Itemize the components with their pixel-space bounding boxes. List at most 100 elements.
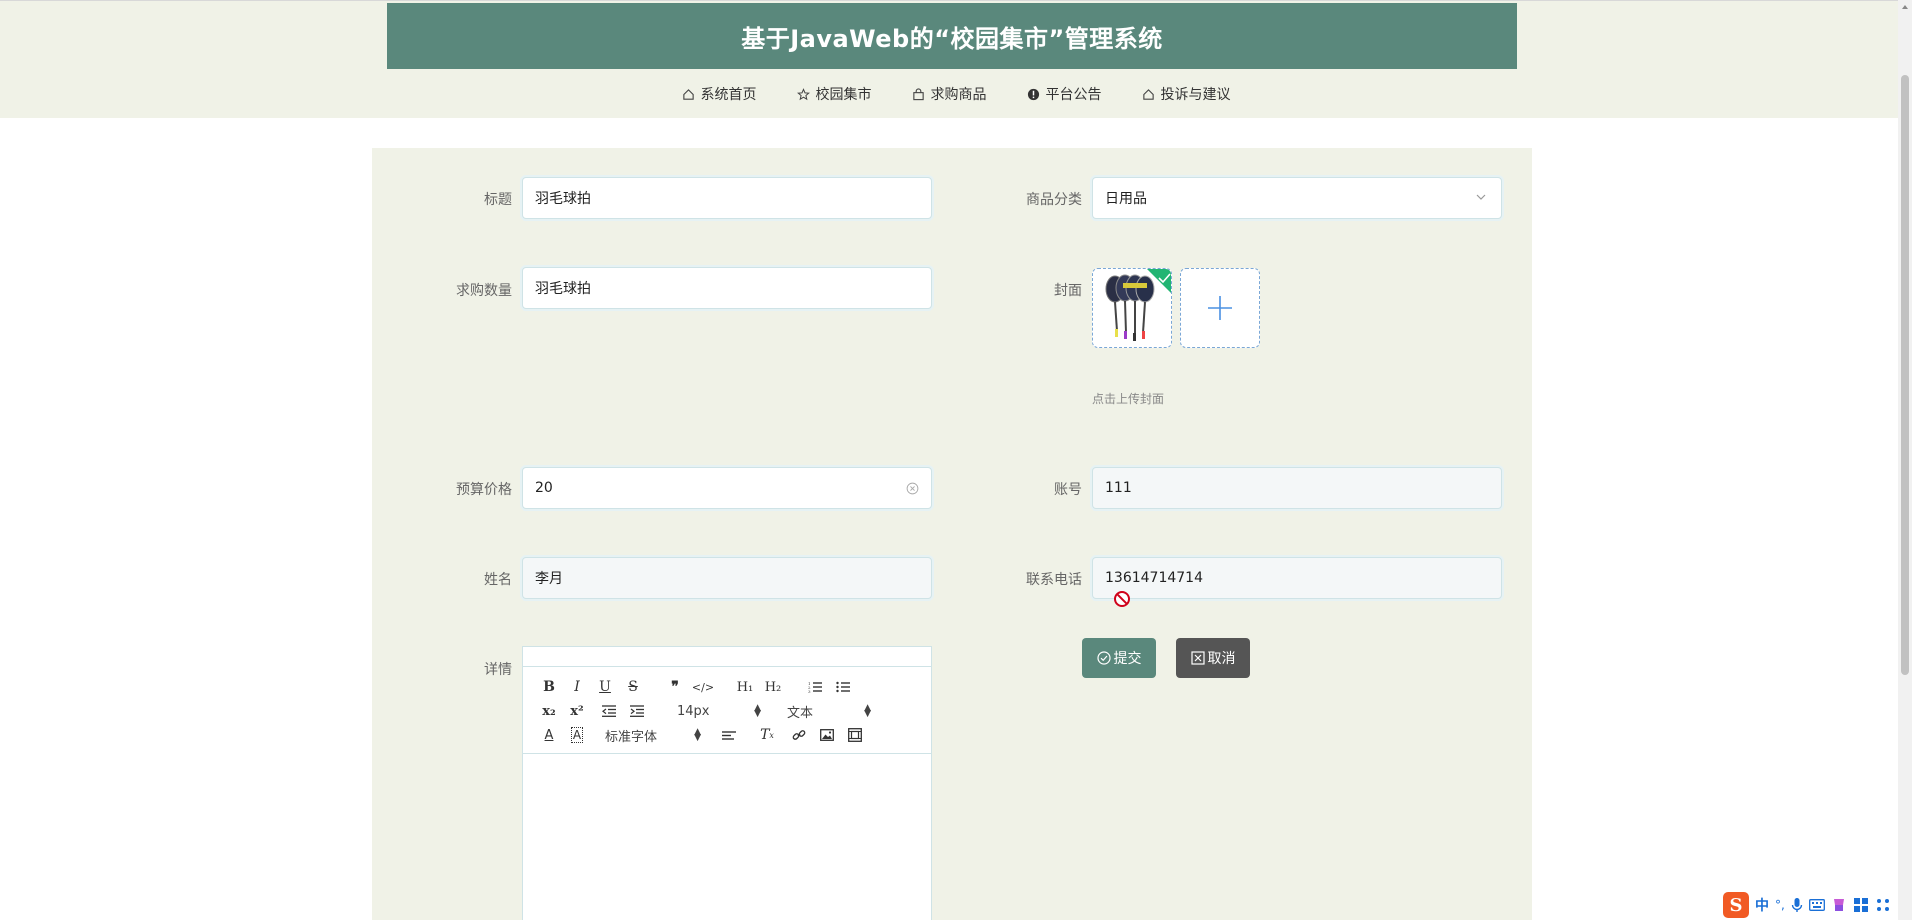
sogou-logo-icon[interactable]: S — [1723, 892, 1749, 918]
plus-icon — [1208, 296, 1232, 320]
clear-icon[interactable] — [906, 482, 919, 495]
ime-language[interactable]: 中 — [1755, 895, 1769, 915]
category-label: 商品分类 — [1026, 192, 1082, 208]
align-icon[interactable] — [715, 724, 743, 746]
underline-icon[interactable]: U — [591, 676, 619, 698]
account-label: 账号 — [1054, 482, 1082, 498]
chevron-down-icon — [1476, 194, 1486, 200]
phone-label: 联系电话 — [1026, 572, 1082, 588]
nav-item-label: 求购商品 — [930, 87, 987, 103]
toolbox-icon[interactable] — [1853, 897, 1869, 913]
nav-item-notice[interactable]: 平台公告 — [1027, 81, 1102, 107]
font-size-value: 14px — [677, 703, 710, 719]
star-icon — [796, 87, 810, 100]
cancel-label: 取消 — [1207, 651, 1236, 667]
editor-toolbar: B I U S ❞ </> H₁ H₂ 123 x₂ x² 14px ▲ ▼ 文… — [523, 667, 931, 754]
phone-value: 13614714714 — [1105, 570, 1203, 586]
submit-label: 提交 — [1113, 651, 1142, 667]
superscript-icon[interactable]: x² — [563, 700, 591, 722]
cover-hint: 点击上传封面 — [1092, 392, 1165, 406]
code-icon[interactable]: </> — [689, 676, 717, 698]
text-type-value: 文本 — [787, 705, 814, 721]
cover-thumbnail[interactable] — [1092, 268, 1172, 348]
title-input[interactable]: 羽毛球拍 — [522, 177, 932, 219]
text-type-select[interactable]: 文本 ▲ ▼ — [787, 702, 871, 721]
nav-item-market[interactable]: 校园集市 — [796, 81, 872, 107]
name-label: 姓名 — [484, 572, 512, 588]
background-color-icon[interactable]: A — [563, 724, 591, 746]
detail-label: 详情 — [484, 662, 512, 678]
category-select[interactable]: 日用品 — [1092, 177, 1502, 219]
home-icon — [682, 88, 694, 100]
phone-input[interactable]: 13614714714 — [1092, 557, 1502, 607]
scroll-up-arrow-icon[interactable] — [1901, 3, 1909, 11]
bag-icon — [912, 87, 924, 100]
price-label: 预算价格 — [456, 482, 512, 498]
name-input[interactable]: 李月 — [522, 557, 932, 599]
clear-format-icon[interactable]: Tx — [753, 724, 781, 746]
price-input[interactable]: 20 — [522, 467, 932, 509]
header-band: 基于JavaWeb的“校园集市”管理系统 系统首页 校园集市 求购商品 平台公告… — [0, 0, 1912, 118]
font-family-select[interactable]: 标准字体 ▲ ▼ — [605, 726, 701, 745]
main-nav: 系统首页 校园集市 求购商品 平台公告 投诉与建议 — [0, 81, 1912, 107]
cover-label: 封面 — [1054, 283, 1082, 299]
cancel-button[interactable]: 取消 — [1176, 638, 1250, 678]
price-value: 20 — [535, 480, 553, 496]
submit-button[interactable]: 提交 — [1082, 638, 1156, 678]
title-value: 羽毛球拍 — [535, 191, 591, 207]
not-allowed-cursor-icon — [1114, 591, 1130, 607]
ordered-list-icon[interactable]: 123 — [801, 676, 829, 698]
updown-icon: ▲ ▼ — [694, 727, 701, 743]
title-label: 标题 — [484, 192, 512, 208]
nav-item-label: 平台公告 — [1045, 87, 1102, 103]
page-scrollbar[interactable] — [1898, 0, 1912, 920]
quantity-input[interactable]: 羽毛球拍 — [522, 267, 932, 309]
heading1-icon[interactable]: H₁ — [731, 676, 759, 698]
keyboard-icon[interactable] — [1808, 899, 1825, 911]
form-panel: 标题 羽毛球拍 商品分类 日用品 求购数量 羽毛球拍 封面 点击上传封面 预算价… — [372, 148, 1532, 920]
page-title: 基于JavaWeb的“校园集市”管理系统 — [741, 24, 1163, 53]
updown-icon: ▲ ▼ — [864, 703, 871, 719]
bold-icon[interactable]: B — [535, 676, 563, 698]
font-size-select[interactable]: 14px ▲ ▼ — [677, 704, 761, 719]
strikethrough-icon[interactable]: S — [619, 676, 647, 698]
category-value: 日用品 — [1105, 191, 1147, 207]
font-family-value: 标准字体 — [605, 729, 658, 745]
name-value: 李月 — [535, 571, 563, 587]
heading2-icon[interactable]: H₂ — [759, 676, 787, 698]
bullet-list-icon[interactable] — [829, 676, 857, 698]
subscript-icon[interactable]: x₂ — [535, 700, 563, 722]
home-icon — [1142, 88, 1154, 100]
italic-icon[interactable]: I — [563, 676, 591, 698]
ime-toolbar: S 中 °, — [1717, 890, 1912, 920]
skin-icon[interactable] — [1831, 897, 1847, 913]
image-icon[interactable] — [813, 724, 841, 746]
account-value: 111 — [1105, 480, 1132, 496]
microphone-icon[interactable] — [1791, 897, 1803, 913]
info-icon — [1027, 88, 1039, 100]
nav-item-label: 校园集市 — [815, 87, 872, 103]
nav-item-feedback[interactable]: 投诉与建议 — [1142, 81, 1231, 107]
scrollbar-thumb[interactable] — [1901, 75, 1909, 675]
quantity-label: 求购数量 — [456, 283, 512, 299]
blockquote-icon[interactable]: ❞ — [661, 676, 689, 698]
nav-item-wanted[interactable]: 求购商品 — [912, 81, 987, 107]
punctuation-icon[interactable]: °, — [1775, 898, 1785, 912]
indent-icon[interactable] — [623, 700, 651, 722]
rich-text-editor[interactable]: B I U S ❞ </> H₁ H₂ 123 x₂ x² 14px ▲ ▼ 文… — [522, 646, 932, 920]
font-color-icon[interactable]: A — [535, 724, 563, 746]
racket-image-icon — [1093, 269, 1171, 347]
outdent-icon[interactable] — [595, 700, 623, 722]
account-input[interactable]: 111 — [1092, 467, 1502, 509]
nav-item-label: 投诉与建议 — [1160, 87, 1231, 103]
cover-upload-button[interactable] — [1180, 268, 1260, 348]
editor-content-area[interactable] — [523, 754, 931, 920]
quantity-value: 羽毛球拍 — [535, 281, 591, 297]
check-circle-icon — [1096, 651, 1111, 665]
grid-icon[interactable] — [1875, 897, 1891, 913]
close-box-icon — [1190, 651, 1205, 665]
video-icon[interactable] — [841, 724, 869, 746]
nav-item-home[interactable]: 系统首页 — [682, 81, 757, 107]
title-bar: 基于JavaWeb的“校园集市”管理系统 — [387, 3, 1517, 69]
link-icon[interactable] — [785, 724, 813, 746]
